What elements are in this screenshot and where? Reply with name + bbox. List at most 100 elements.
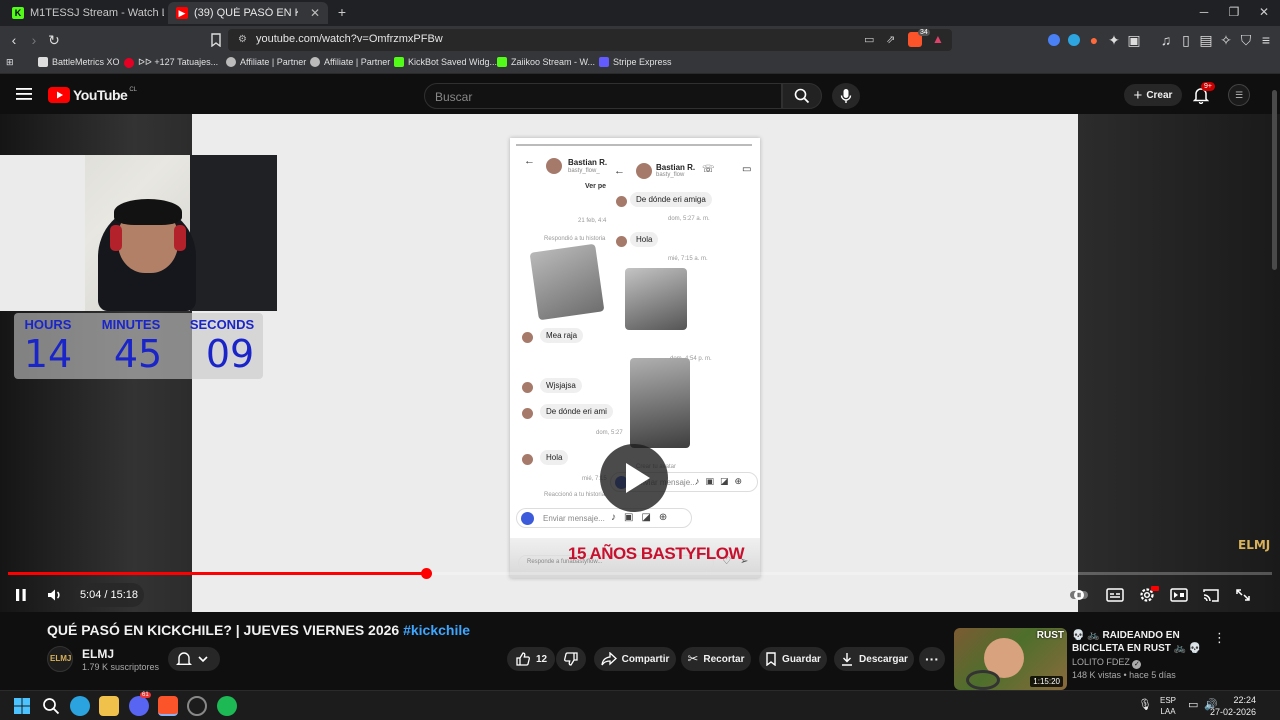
bookmark-item[interactable]: BattleMetrics XO xyxy=(38,57,120,67)
minimize-icon[interactable]: ─ xyxy=(1196,5,1212,19)
subtitles-button[interactable] xyxy=(1102,583,1128,607)
subscribed-bell-button[interactable] xyxy=(168,647,220,671)
like-button[interactable]: 12 xyxy=(507,647,555,671)
bookmark-item[interactable]: Zaiikoo Stream - W... xyxy=(497,57,595,67)
forward-icon[interactable]: › xyxy=(26,32,42,48)
reload-icon[interactable]: ↻ xyxy=(46,32,62,48)
volume-button[interactable] xyxy=(42,583,68,607)
bookmark-item[interactable]: KickBot Saved Widg... xyxy=(394,57,497,67)
bookmark-item[interactable]: Stripe Express xyxy=(599,57,672,67)
new-tab-button[interactable]: + xyxy=(334,4,350,20)
spotify-icon[interactable] xyxy=(217,696,237,716)
bookmark-item[interactable]: Affiliate | Partner xyxy=(310,57,390,67)
download-button[interactable]: Descargar xyxy=(834,647,914,671)
bookmark-item[interactable]: ᐅᐅ +127 Tatuajes... xyxy=(124,57,218,68)
save-button[interactable]: Guardar xyxy=(759,647,827,671)
search-placeholder: Buscar xyxy=(435,90,473,104)
windows-taskbar: 61 🎙 ESP LAA ▭ 🔊 22:24 27-02-2026 xyxy=(0,690,1280,720)
page-scrollbar[interactable] xyxy=(1272,90,1277,270)
file-explorer-icon[interactable] xyxy=(99,696,119,716)
recommended-channel-name[interactable]: LOLITO FDEZ ✓ xyxy=(1072,657,1142,669)
close-window-icon[interactable]: ✕ xyxy=(1256,5,1272,19)
avatar xyxy=(616,236,627,247)
extension-icon[interactable] xyxy=(1048,34,1060,46)
browser-tab-strip: K M1TESSJ Stream - Watch Live on Kick ▶ … xyxy=(0,0,1280,26)
discord-icon[interactable]: 61 xyxy=(129,692,151,716)
brave-rewards-icon[interactable]: ▲ xyxy=(932,32,944,46)
system-clock[interactable]: 22:24 27-02-2026 xyxy=(1210,694,1256,718)
microphone-tray-icon[interactable]: 🎙 xyxy=(1138,698,1152,711)
extensions-puzzle-icon[interactable]: ✦ xyxy=(1106,32,1122,48)
tab-kick[interactable]: K M1TESSJ Stream - Watch Live on Kick xyxy=(4,2,164,24)
message-date: dom, 5:27 xyxy=(596,430,623,436)
tab-youtube[interactable]: ▶ (39) QUÉ PASÓ EN KICKCHILE ✕ xyxy=(168,2,328,24)
extension-icon[interactable]: ▣ xyxy=(1126,32,1142,48)
search-input[interactable]: Buscar xyxy=(424,83,782,109)
close-tab-icon[interactable]: ✕ xyxy=(304,6,320,20)
menu-icon[interactable]: ≡ xyxy=(1258,32,1274,48)
extension-icon[interactable] xyxy=(1068,34,1080,46)
fullscreen-button[interactable] xyxy=(1230,583,1256,607)
search-button[interactable] xyxy=(782,83,822,109)
leo-ai-icon[interactable]: ✧ xyxy=(1218,32,1234,48)
address-bar[interactable]: ⚙ youtube.com/watch?v=OmfrzmxPFBw ▭ ⇗ 34… xyxy=(228,29,952,51)
message-bubble: Mea raja xyxy=(540,328,584,343)
bookmark-label: KickBot Saved Widg... xyxy=(408,57,498,67)
brave-browser-icon[interactable] xyxy=(158,696,178,716)
keyboard-language[interactable]: ESP LAA xyxy=(1160,695,1176,717)
message-meta: Reaccionó a tu historia xyxy=(544,492,606,498)
bookmark-item[interactable]: Affiliate | Partner xyxy=(226,57,306,67)
more-vertical-icon[interactable]: ⋮ xyxy=(1213,630,1226,646)
channel-name[interactable]: ELMJ xyxy=(82,647,114,661)
share-button[interactable]: Compartir xyxy=(594,647,676,671)
pause-button[interactable] xyxy=(8,583,34,607)
media-icon[interactable]: ♫ xyxy=(1158,32,1174,48)
app-icon[interactable] xyxy=(187,696,207,716)
avatar xyxy=(522,408,533,419)
cast-icon xyxy=(1203,589,1219,602)
apps-grid-icon[interactable]: ⊞ xyxy=(6,57,14,68)
contact-handle: basty_flow xyxy=(656,172,685,178)
vpn-icon[interactable]: ⛉ xyxy=(1238,32,1254,48)
create-button[interactable]: + Crear xyxy=(1124,84,1182,106)
site-info-icon[interactable]: ⚙ xyxy=(238,34,247,45)
account-avatar[interactable]: ☰ xyxy=(1228,84,1250,106)
cast-tab-icon[interactable]: ▭ xyxy=(864,33,874,46)
sidebar-icon[interactable]: ▯ xyxy=(1178,32,1194,48)
clip-button[interactable]: ✂ Recortar xyxy=(681,647,751,671)
video-player[interactable]: HOURS MINUTES SECONDS 14 45 09 ← Bastian… xyxy=(0,114,1280,612)
settings-button[interactable] xyxy=(1134,583,1160,607)
extension-icon[interactable]: ● xyxy=(1086,32,1102,48)
network-icon[interactable]: ▭ xyxy=(1188,698,1198,711)
bookmark-icon[interactable] xyxy=(208,32,224,48)
tab-label: (39) QUÉ PASÓ EN KICKCHILE xyxy=(194,7,298,19)
autoplay-toggle[interactable] xyxy=(1066,583,1092,607)
dislike-button[interactable] xyxy=(556,647,586,671)
message-bubble: De dónde eri ami xyxy=(540,404,613,419)
message-date: 21 feb, 4:4 xyxy=(578,218,607,224)
share-icon[interactable]: ⇗ xyxy=(886,33,895,46)
notifications-button[interactable]: 9+ xyxy=(1193,82,1215,104)
play-overlay-button[interactable] xyxy=(600,444,668,512)
restore-icon[interactable]: ❐ xyxy=(1226,5,1242,19)
cast-button[interactable] xyxy=(1198,583,1224,607)
miniplayer-button[interactable] xyxy=(1166,583,1192,607)
wallet-icon[interactable]: ▤ xyxy=(1198,32,1214,48)
miniplayer-icon xyxy=(1170,588,1188,602)
hamburger-menu-icon[interactable] xyxy=(16,87,32,101)
progress-bar[interactable] xyxy=(8,568,1272,579)
message-placeholder: Enviar mensaje... xyxy=(543,514,605,523)
search-button[interactable] xyxy=(41,696,61,716)
recommended-video-thumbnail[interactable]: RUST 1:15:20 xyxy=(954,628,1067,690)
autoplay-icon xyxy=(1070,590,1088,600)
telegram-icon[interactable] xyxy=(70,696,90,716)
channel-avatar[interactable]: ELMJ xyxy=(47,646,73,672)
youtube-logo[interactable]: YouTube CL xyxy=(48,87,137,103)
more-actions-button[interactable]: ··· xyxy=(919,647,945,671)
recommended-video-title[interactable]: 💀 🚲 RAIDEANDO EN BICICLETA EN RUST 🚲 💀 xyxy=(1072,629,1207,655)
hashtag-link[interactable]: #kickchile xyxy=(403,622,470,638)
windows-start-button[interactable] xyxy=(12,696,32,716)
voice-search-button[interactable] xyxy=(832,83,860,109)
bookmark-label: BattleMetrics XO xyxy=(52,57,120,67)
back-icon[interactable]: ‹ xyxy=(6,32,22,48)
